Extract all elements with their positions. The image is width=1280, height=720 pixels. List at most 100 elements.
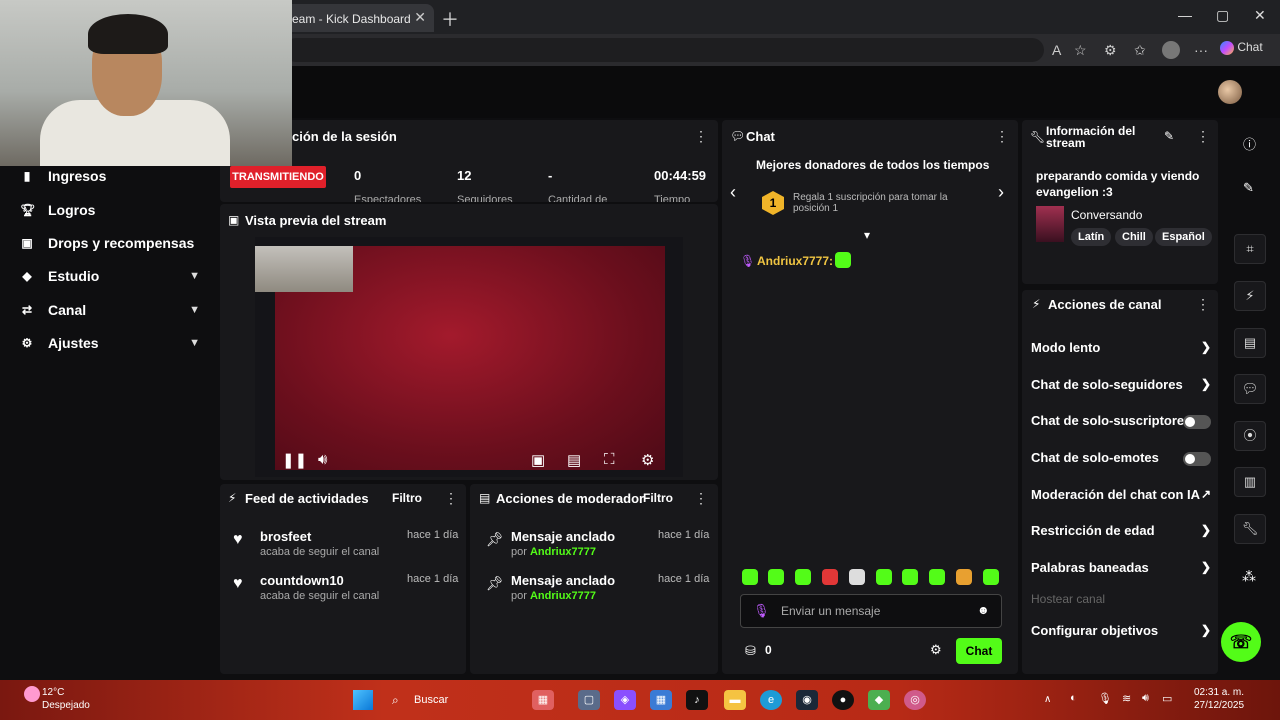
task-view-icon[interactable]: ▢ — [578, 690, 600, 710]
search-icon[interactable]: ⌕ — [392, 693, 399, 708]
sidebar-item-ingresos[interactable]: ▮ Ingresos — [20, 164, 210, 188]
sidebar-item-estudio[interactable]: ◆ Estudio ▼ — [20, 264, 210, 288]
tray-mic-icon[interactable]: 🎙︎ — [1098, 692, 1112, 705]
more-icon[interactable]: ··· — [1194, 42, 1208, 58]
obs-icon[interactable]: ● — [832, 690, 854, 710]
app-icon[interactable]: ◆ — [868, 690, 890, 710]
extensions-icon[interactable]: ⚙ — [1104, 42, 1117, 59]
emote-icon[interactable] — [929, 569, 945, 585]
chevron-left-icon[interactable]: ‹ — [730, 182, 736, 203]
emoji-icon[interactable]: ☻ — [977, 603, 990, 617]
tiktok-icon[interactable]: ♪ — [686, 690, 708, 710]
sidebar-item-logros[interactable]: 🏆︎ Logros — [20, 198, 210, 222]
moderator-menu-icon[interactable]: ⋮ — [694, 490, 708, 507]
settings-gear-icon[interactable]: ⚙ — [641, 451, 654, 469]
collapse-icon[interactable]: ▾ — [864, 228, 870, 242]
emote-icon[interactable] — [768, 569, 784, 585]
emote-icon[interactable] — [795, 569, 811, 585]
fullscreen-icon[interactable]: ⛶ — [604, 451, 615, 468]
broadcast-icon[interactable]: ⦿ — [1234, 421, 1266, 451]
clock-date[interactable]: 27/12/2025 — [1194, 700, 1244, 711]
stream-info-menu-icon[interactable]: ⋮ — [1196, 128, 1210, 145]
clock-time[interactable]: 02:31 a. m. — [1194, 687, 1244, 698]
action-solo-suscriptores[interactable]: Chat de solo-suscriptores — [1031, 413, 1211, 429]
toggle-switch[interactable] — [1183, 415, 1211, 429]
emote-icon[interactable] — [983, 569, 999, 585]
action-moderacion-ia[interactable]: Moderación del chat con IA ↗ — [1031, 487, 1211, 502]
chat-bubble-icon[interactable]: 💬︎ — [1234, 374, 1266, 404]
emote-icon[interactable] — [742, 569, 758, 585]
sidebar-item-ajustes[interactable]: ⚙ Ajustes ▼ — [20, 331, 210, 355]
help-headset-icon[interactable]: ☏ — [1221, 622, 1261, 662]
activity-filter-button[interactable]: Filtro — [392, 491, 422, 505]
action-modo-lento[interactable]: Modo lento ❯ — [1031, 340, 1211, 355]
wrench-icon[interactable]: 🔧︎ — [1234, 514, 1266, 544]
user-avatar[interactable] — [1218, 80, 1242, 104]
taskbar-search[interactable]: Buscar — [414, 694, 448, 706]
sidebar-item-canal[interactable]: ⇄ Canal ▼ — [20, 298, 210, 322]
action-palabras-baneadas[interactable]: Palabras baneadas ❯ — [1031, 560, 1211, 575]
action-configurar-objetivos[interactable]: Configurar objetivos ❯ — [1031, 623, 1211, 638]
tag-latin[interactable]: Latín — [1071, 228, 1112, 246]
chat-settings-icon[interactable]: ⚙ — [930, 642, 942, 658]
battery-icon[interactable]: ▭ — [1162, 692, 1172, 705]
tag-espanol[interactable]: Español — [1155, 228, 1212, 246]
read-aloud-icon[interactable]: A — [1052, 42, 1061, 58]
maximize-icon[interactable]: ▢ — [1216, 7, 1229, 24]
action-solo-emotes[interactable]: Chat de solo-emotes — [1031, 450, 1211, 466]
favorites-icon[interactable]: ✩ — [1134, 42, 1146, 59]
document-icon[interactable]: ▤ — [1234, 328, 1266, 358]
browser-tab[interactable]: eam - Kick Dashboard ✕ — [282, 4, 434, 32]
edge-icon[interactable]: e — [760, 690, 782, 710]
emote-icon[interactable] — [822, 569, 838, 585]
chat-username[interactable]: Andriux7777: — [757, 254, 833, 268]
emote-icon[interactable] — [849, 569, 865, 585]
url-field[interactable] — [284, 38, 1044, 62]
channel-actions-menu-icon[interactable]: ⋮ — [1196, 296, 1210, 313]
new-tab-icon[interactable]: ＋ — [441, 6, 459, 32]
close-tab-icon[interactable]: ✕ — [414, 9, 426, 26]
edit-pencil-icon[interactable]: ✎ — [1164, 129, 1174, 143]
scan-icon[interactable]: ⌗ — [1234, 234, 1266, 264]
sidebar-item-drops[interactable]: ▣ Drops y recompensas — [20, 231, 210, 255]
windows-start-icon[interactable] — [353, 690, 373, 710]
chat-menu-icon[interactable]: ⋮ — [995, 128, 1009, 145]
mod-user[interactable]: Andriux7777 — [530, 546, 596, 558]
category-name[interactable]: Conversando — [1071, 208, 1142, 222]
action-solo-seguidores[interactable]: Chat de solo-seguidores ❯ — [1031, 377, 1211, 392]
apps-icon[interactable]: ⁂ — [1242, 568, 1256, 585]
tray-chevron-icon[interactable]: ∧ — [1044, 694, 1051, 705]
moderator-filter-button[interactable]: Filtro — [643, 491, 673, 505]
store-icon[interactable]: ▦ — [650, 690, 672, 710]
layout-icon[interactable]: ▥ — [1234, 467, 1266, 497]
send-chat-button[interactable]: Chat — [956, 638, 1002, 664]
session-menu-icon[interactable]: ⋮ — [694, 128, 708, 145]
widgets-icon[interactable]: ▦ — [532, 690, 554, 710]
info-icon[interactable]: ⓘ — [1243, 134, 1256, 153]
toggle-switch[interactable] — [1183, 452, 1211, 466]
app-icon[interactable]: ◎ — [904, 690, 926, 710]
tray-app-icon[interactable]: ◐ — [1070, 692, 1077, 704]
bolt-icon[interactable]: ⚡︎ — [1234, 281, 1266, 311]
tag-chill[interactable]: Chill — [1115, 228, 1153, 246]
emote-icon[interactable] — [876, 569, 892, 585]
mod-user[interactable]: Andriux7777 — [530, 590, 596, 602]
activity-menu-icon[interactable]: ⋮ — [444, 490, 458, 507]
theater-icon[interactable]: ▤ — [567, 451, 581, 469]
emote-icon[interactable] — [956, 569, 972, 585]
close-window-icon[interactable]: ✕ — [1254, 7, 1266, 24]
folder-icon[interactable]: ▬ — [724, 690, 746, 710]
chat-input[interactable]: 🎙︎ Enviar un mensaje ☻ — [740, 594, 1002, 628]
profile-icon[interactable] — [1162, 41, 1180, 59]
edit-icon[interactable]: ✎ — [1243, 180, 1254, 196]
pip-icon[interactable]: ▣ — [531, 451, 545, 469]
volume-tray-icon[interactable]: 🔊︎ — [1142, 692, 1149, 705]
minimize-icon[interactable]: — — [1178, 7, 1192, 23]
chevron-right-icon[interactable]: › — [998, 182, 1004, 203]
volume-icon[interactable]: 🔊︎ — [318, 451, 327, 468]
wifi-icon[interactable]: ≋ — [1122, 692, 1131, 705]
copilot-button[interactable]: Chat — [1220, 40, 1274, 60]
action-restriccion-edad[interactable]: Restricción de edad ❯ — [1031, 523, 1211, 538]
pause-icon[interactable]: ❚❚ — [282, 451, 307, 469]
favorite-star-icon[interactable]: ☆ — [1074, 42, 1087, 59]
